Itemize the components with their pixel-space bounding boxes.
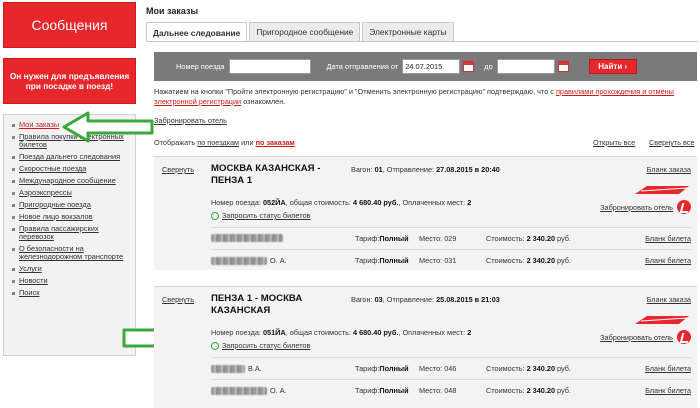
sidebar-item-suburban[interactable]: Пригородные поезда (12, 200, 131, 209)
refresh-icon (211, 211, 219, 220)
find-button[interactable]: Найти › (588, 59, 637, 74)
sidebar-item-high-speed[interactable]: Скоростные поезда (12, 164, 131, 173)
order-wagon-departure: Вагон: 01, Отправление: 27.08.2015 в 20:… (351, 165, 500, 174)
passenger-name: В.А. (211, 364, 262, 373)
train-number-input[interactable] (228, 59, 311, 74)
tab-suburban[interactable]: Пригородное сообщение (249, 22, 361, 41)
tab-electronic-cards[interactable]: Электронные карты (362, 22, 454, 41)
sidebar-item-news[interactable]: Новости (12, 276, 131, 285)
train-number-label: Номер поезда (176, 62, 225, 71)
sidebar-item-safety[interactable]: О безопасности на железнодорожном трансп… (12, 244, 131, 262)
order-card: Свернуть МОСКВА КАЗАНСКАЯ - ПЕНЗА 1 Ваго… (154, 156, 697, 270)
order-summary: Номер поезда: 052ЙА, общая стоимость: 4 … (211, 198, 472, 207)
passenger-name: О. А. (211, 386, 287, 395)
cost: Стоимость: 2 340.20 руб. (486, 256, 571, 265)
seat: Место: 046 (419, 364, 457, 373)
request-status-link[interactable]: Запросить статус билетов (211, 211, 310, 220)
rzd-logo-icon (635, 186, 689, 194)
date-to-label: до (484, 62, 493, 71)
book-hotel-link[interactable]: Забронировать отель (600, 333, 673, 342)
collapse-all-link[interactable]: Свернуть все (649, 138, 695, 147)
tabs: Дальнее следование Пригородное сообщение… (146, 22, 456, 42)
sidebar-menu: Мои заказы Правила покупки электронных б… (3, 114, 136, 356)
promo-banner: Он нужен для предъявления при посадке в … (3, 58, 136, 104)
passenger-row: Тариф:Полный Место: 029 Стоимость: 2 340… (211, 227, 691, 247)
seat: Место: 048 (419, 386, 457, 395)
rzd-logo-icon (635, 316, 689, 324)
route-title: МОСКВА КАЗАНСКАЯ - ПЕНЗА 1 (211, 163, 321, 186)
cost: Стоимость: 2 340.20 руб. (486, 234, 571, 243)
date-from-label: Дата отправления от (326, 62, 399, 71)
cost: Стоимость: 2 340.20 руб. (486, 386, 571, 395)
tariff: Тариф:Полный (355, 364, 409, 373)
seat: Место: 029 (419, 234, 457, 243)
route-title: ПЕНЗА 1 - МОСКВА КАЗАНСКАЯ (211, 293, 303, 316)
order-card: Свернуть ПЕНЗА 1 - МОСКВА КАЗАНСКАЯ Ваго… (154, 286, 697, 408)
passenger-name: О. А. (211, 256, 287, 265)
tab-long-distance[interactable]: Дальнее следование (146, 22, 248, 42)
registration-info: Нажатием на кнопки "Пройти электронную р… (154, 87, 674, 106)
sidebar-item-transport-rules[interactable]: Правила пассажирских перевозок (12, 224, 131, 242)
filter-by-trips[interactable]: по поездкам (197, 138, 239, 147)
book-hotel-link[interactable]: Забронировать отель (600, 203, 673, 212)
order-summary: Номер поезда: 051ЙА, общая стоимость: 4 … (211, 328, 472, 337)
order-wagon-departure: Вагон: 03, Отправление: 25.08.2015 в 21:… (351, 295, 500, 304)
sidebar-item-search[interactable]: Поиск (12, 288, 131, 297)
calendar-icon[interactable] (557, 61, 569, 72)
order-form-link[interactable]: Бланк заказа (647, 295, 691, 304)
calendar-icon[interactable] (463, 61, 475, 72)
filter-by-orders[interactable]: по заказам (256, 138, 295, 147)
passenger-name (211, 234, 286, 242)
page-title: Мои заказы (146, 6, 199, 16)
sidebar-item-long-distance[interactable]: Поезда дальнего следования (12, 153, 131, 161)
display-filter: Отображать по поездкам или по заказам (154, 138, 295, 147)
tariff: Тариф:Полный (355, 386, 409, 395)
sidebar-item-aeroexpress[interactable]: Аэроэкспрессы (12, 188, 131, 197)
order-form-link[interactable]: Бланк заказа (647, 165, 691, 174)
ticket-form-link[interactable]: Бланк билета (645, 256, 691, 265)
ticket-form-link[interactable]: Бланк билета (645, 364, 691, 373)
sidebar-item-international[interactable]: Международное сообщение (12, 176, 131, 185)
cost: Стоимость: 2 340.20 руб. (486, 364, 571, 373)
collapse-link[interactable]: Свернуть (162, 295, 194, 304)
passenger-row: О. А. Тариф:Полный Место: 048 Стоимость:… (211, 379, 691, 399)
tariff: Тариф:Полный (355, 234, 409, 243)
ticket-form-link[interactable]: Бланк билета (645, 386, 691, 395)
book-hotel-link[interactable]: Забронировать отель (154, 116, 227, 125)
date-to-input[interactable] (496, 59, 555, 74)
sidebar-item-services[interactable]: Услуги (12, 265, 131, 273)
search-panel: Номер поезда Дата отправления от 24.07.2… (154, 52, 697, 81)
messages-button[interactable]: Сообщения (3, 2, 136, 48)
ticket-form-link[interactable]: Бланк билета (645, 234, 691, 243)
hotel-logo-icon (677, 200, 691, 214)
passenger-row: В.А. Тариф:Полный Место: 046 Стоимость: … (211, 357, 691, 377)
tariff: Тариф:Полный (355, 256, 409, 265)
arrow-left-icon (62, 111, 154, 143)
sidebar-item-stations[interactable]: Новое лицо вокзалов (12, 212, 131, 221)
open-all-link[interactable]: Открыть все (593, 138, 635, 147)
date-from-input[interactable]: 24.07.2015 (402, 59, 461, 74)
passenger-row: О. А. Тариф:Полный Место: 031 Стоимость:… (211, 249, 691, 269)
hotel-logo-icon (677, 330, 691, 344)
collapse-link[interactable]: Свернуть (162, 165, 194, 174)
request-status-link[interactable]: Запросить статус билетов (211, 341, 310, 350)
tab-divider (146, 41, 698, 42)
seat: Место: 031 (419, 256, 457, 265)
refresh-icon (211, 341, 219, 350)
